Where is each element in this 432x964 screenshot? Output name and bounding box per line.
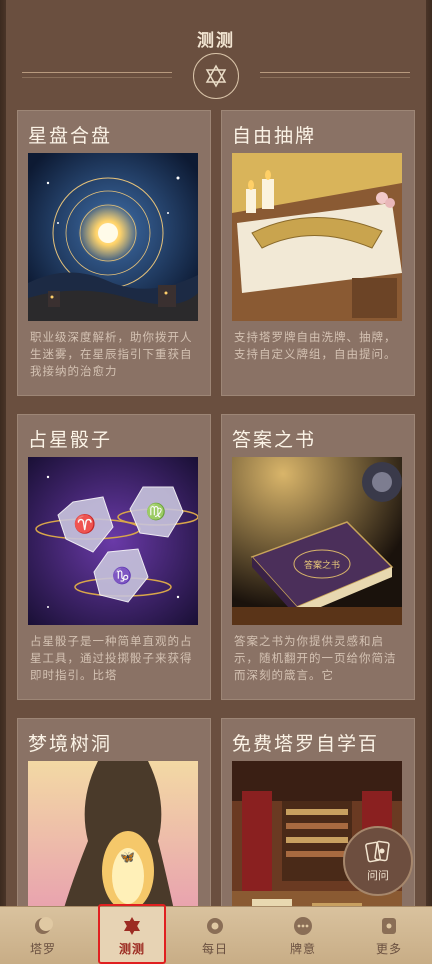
tab-label: 更多 [375, 941, 402, 956]
header-divider-right [260, 72, 410, 73]
svg-text:♑: ♑ [112, 566, 132, 585]
svg-text:🦋: 🦋 [120, 850, 135, 864]
tarot-spread-image [232, 153, 402, 321]
star-of-david-icon [193, 53, 239, 99]
ask-float-label: 问问 [367, 869, 389, 882]
card-title: 梦境树洞 [28, 733, 113, 755]
tab-card-meaning[interactable]: 牌意 [260, 907, 346, 964]
ask-float-button[interactable]: 问问 [343, 826, 413, 896]
star-of-david-icon [122, 916, 142, 936]
tab-tarot[interactable]: 塔罗 [0, 907, 86, 964]
card-description: 答案之书为你提供灵感和启示，随机翻开的一页给你简洁而深刻的箴言。它 [234, 634, 397, 682]
header-divider-left [22, 72, 172, 73]
card-title: 免费塔罗自学百 [232, 733, 380, 755]
header-divider-right-2 [260, 77, 410, 78]
tab-label: 牌意 [289, 941, 316, 956]
card-title: 占星骰子 [28, 429, 113, 451]
book-cover-text: 答案之书 [304, 559, 340, 571]
svg-text:♍: ♍ [146, 502, 166, 521]
card-description: 职业级深度解析，助你拨开人生迷雾，在星辰指引下重获自我接纳的治愈力 [30, 330, 193, 378]
card-free-draw[interactable]: 自由抽牌 支持塔罗牌自由洗牌、抽牌，支持自定义牌组，自由提问。 [221, 110, 415, 396]
dream-tree-image: 🦋 [28, 761, 198, 929]
tab-daily[interactable]: 每日 [172, 907, 258, 964]
tab-label: 测测 [118, 941, 145, 956]
card-astro-chart[interactable]: 星盘合盘 职业级深度解析，助你拨开人生迷雾，在星辰指引下重获自我接纳的治愈力 [17, 110, 211, 396]
astro-dice-image: ♈ ♍ ♑ [28, 457, 198, 625]
svg-text:♈: ♈ [74, 513, 96, 535]
card-astro-dice[interactable]: 占星骰子 ♈ ♍ ♑ 占星骰子是一种简单直观的占星工具，通过投掷骰子来获得即时指… [17, 414, 211, 700]
moon-icon [33, 916, 53, 936]
astrology-wheel-image [28, 153, 198, 321]
sun-icon [205, 916, 225, 936]
bottom-tab-bar: 塔罗 测测 每日 牌意 更多 [0, 906, 432, 964]
card-icon [379, 916, 399, 936]
tab-label: 每日 [201, 941, 228, 956]
tab-more[interactable]: 更多 [346, 907, 432, 964]
card-title: 答案之书 [232, 429, 317, 451]
tab-test[interactable]: 测测 [100, 907, 164, 964]
tarot-cards-icon [365, 840, 390, 863]
page-title: 测测 [197, 31, 235, 51]
tab-label: 塔罗 [29, 941, 56, 956]
dots-icon [293, 916, 313, 936]
card-title: 自由抽牌 [232, 125, 317, 147]
book-of-answers-image: 答案之书 [232, 457, 402, 625]
card-book-of-answers[interactable]: 答案之书 答案之书 答案之书为你提供灵感和启示，随机翻开的一页给你简洁而深刻的箴… [221, 414, 415, 700]
card-title: 星盘合盘 [28, 125, 113, 147]
card-description: 占星骰子是一种简单直观的占星工具，通过投掷骰子来获得即时指引。比塔 [30, 634, 193, 682]
header: 测测 [0, 0, 432, 100]
card-description: 支持塔罗牌自由洗牌、抽牌，支持自定义牌组，自由提问。 [234, 330, 397, 361]
header-divider-left-2 [22, 77, 172, 78]
